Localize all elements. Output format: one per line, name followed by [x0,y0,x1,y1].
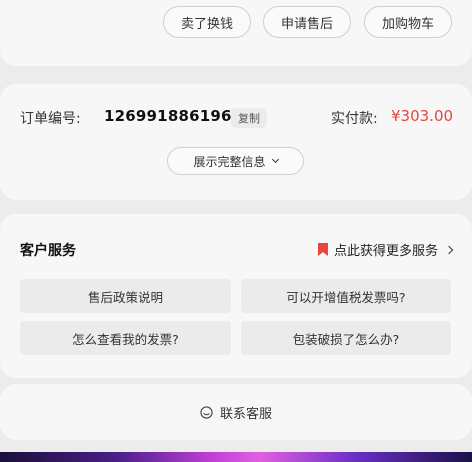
add-to-cart-button[interactable]: 加购物车 [364,6,452,38]
customer-service-title: 客户服务 [20,243,76,259]
faq-view-invoice[interactable]: 怎么查看我的发票? [20,321,231,355]
customer-service-card: 客户服务 点此获得更多服务 售后政策说明 可以开增值税发票吗? 怎么查看我的发票… [0,214,472,378]
faq-vat-invoice[interactable]: 可以开增值税发票吗? [241,279,451,313]
smile-icon [200,405,213,419]
contact-card: 联系客服 [0,384,472,440]
bottom-banner-strip [0,452,472,462]
sell-for-cash-button[interactable]: 卖了换钱 [163,6,251,38]
more-services-label: 点此获得更多服务 [333,244,438,259]
action-card: 卖了换钱 申请售后 加购物车 [0,0,472,66]
order-info-card: 订单编号: 126991886196 复制 实付款: ¥303.00 展示完整信… [0,84,472,200]
contact-support-label: 联系客服 [219,406,272,422]
chevron-down-icon [271,155,279,164]
contact-support-button[interactable]: 联系客服 [0,384,472,440]
order-detail-page: 卖了换钱 申请售后 加购物车 订单编号: 126991886196 复制 实付款… [0,0,472,462]
paid-amount-value: ¥303.00 [391,107,454,125]
apply-aftersale-button[interactable]: 申请售后 [263,6,351,38]
chevron-right-icon [444,245,454,254]
more-services-link[interactable]: 点此获得更多服务 [317,240,454,259]
paid-amount-label: 实付款: [331,111,378,127]
faq-damaged-package[interactable]: 包装破损了怎么办? [241,321,451,355]
bookmark-icon [317,243,328,256]
order-number-label: 订单编号: [20,111,81,127]
show-full-info-label: 展示完整信息 [193,154,266,169]
order-number: 126991886196 [104,107,232,125]
show-full-info-button[interactable]: 展示完整信息 [167,147,304,175]
copy-button[interactable]: 复制 [231,108,267,128]
faq-aftersale-policy[interactable]: 售后政策说明 [20,279,231,313]
